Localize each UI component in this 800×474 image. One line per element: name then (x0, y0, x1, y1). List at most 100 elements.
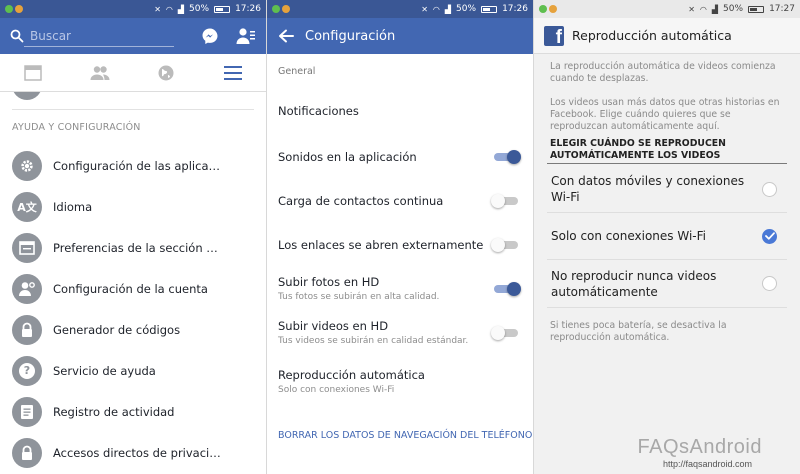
menu-item-activity-log[interactable]: Registro de actividad (0, 391, 266, 432)
menu-item-privacy-shortcuts[interactable]: Accesos directos de privacidad (0, 432, 266, 473)
tab-news-feed[interactable] (0, 54, 67, 91)
setting-upload-photos-hd[interactable]: Subir fotos en HD Tus fotos se subirán e… (278, 275, 521, 302)
setting-title: Notificaciones (278, 104, 359, 118)
search-icon (10, 29, 24, 43)
tab-notifications[interactable] (133, 54, 200, 91)
news-feed-icon (24, 64, 42, 81)
app-sounds-toggle[interactable] (491, 149, 521, 165)
setting-app-sounds[interactable]: Sonidos en la aplicación (278, 149, 521, 165)
setting-title: Subir videos en HD (278, 319, 389, 333)
setting-autoplay[interactable]: Reproducción automática Solo con conexio… (278, 368, 521, 395)
menu-item-label: Accesos directos de privacidad (53, 445, 223, 460)
checkmark-icon (764, 232, 775, 240)
app-notification-icon (15, 5, 23, 13)
privacy-lock-icon (12, 437, 42, 468)
menu-item-label: Generador de códigos (53, 322, 181, 337)
option-never-autoplay[interactable]: No reproducir nunca videos automáticamen… (547, 260, 787, 308)
globe-icon (158, 65, 174, 80)
app-notification-icon (549, 5, 557, 13)
option-label: Solo con conexiones Wi-Fi (551, 229, 706, 243)
friend-requests-icon (236, 28, 255, 44)
setting-contact-upload[interactable]: Carga de contactos continua (278, 193, 521, 209)
menu-item-label: Servicio de ayuda (53, 363, 156, 378)
battery-percent: 50% (723, 4, 744, 14)
signal-icon: ▟ (711, 4, 719, 14)
whatsapp-notification-icon (5, 5, 13, 13)
section-title-help-settings: AYUDA Y CONFIGURACIÓN (12, 122, 141, 133)
app-notification-icon (282, 5, 290, 13)
battery-icon (748, 5, 765, 13)
hamburger-menu-icon (223, 65, 242, 80)
search-input[interactable] (24, 25, 174, 47)
menu-list-container: AYUDA Y CONFIGURACIÓN Configuración de l… (0, 92, 266, 474)
setting-upload-videos-hd[interactable]: Subir videos en HD Tus videos se subirán… (278, 319, 521, 346)
battery-note: Si tienes poca batería, se desactiva la … (550, 320, 727, 343)
contact-upload-toggle[interactable] (491, 193, 521, 209)
battery-percent: 50% (189, 4, 210, 14)
radio-selected[interactable] (762, 228, 777, 244)
menu-item-app-settings[interactable]: Configuración de las aplicaciones (0, 145, 266, 186)
menu-item-account-settings[interactable]: Configuración de la cuenta (0, 268, 266, 309)
menu-item-label: Registro de actividad (53, 404, 175, 419)
news-feed-preferences-icon (12, 232, 42, 263)
menu-item-label: Idioma (53, 199, 93, 214)
radio-unselected[interactable] (762, 276, 777, 291)
menu-list: Configuración de las aplicaciones A文 Idi… (0, 145, 266, 473)
tab-friends[interactable] (67, 54, 134, 91)
divider (547, 163, 787, 164)
setting-subtitle: Tus videos se subirán en calidad estánda… (278, 336, 469, 346)
setting-subtitle: Solo con conexiones Wi-Fi (278, 385, 395, 395)
messenger-icon (202, 28, 218, 44)
upload-videos-hd-toggle[interactable] (491, 325, 521, 341)
search-bar[interactable] (10, 24, 186, 48)
setting-title: Sonidos en la aplicación (278, 150, 417, 164)
upload-photos-hd-toggle[interactable] (491, 281, 521, 297)
top-bar (0, 18, 266, 54)
whatsapp-notification-icon (272, 5, 280, 13)
links-external-toggle[interactable] (491, 237, 521, 253)
wifi-icon: ◠ (699, 4, 707, 14)
account-settings-icon (12, 273, 42, 304)
mute-icon: ✕ (154, 4, 161, 14)
status-bar: ✕ ◠ ▟ 50% 17:27 (534, 0, 800, 18)
screen-settings: ✕ ◠ ▟ 50% 17:26 Configuración General No… (267, 0, 533, 474)
lock-icon (12, 314, 42, 345)
setting-notifications[interactable]: Notificaciones (278, 104, 521, 118)
setting-title: Subir fotos en HD (278, 275, 380, 289)
battery-percent: 50% (456, 4, 477, 14)
option-mobile-and-wifi[interactable]: Con datos móviles y conexiones Wi-Fi (547, 166, 787, 213)
setting-title: Los enlaces se abren externamente (278, 238, 484, 252)
clock: 17:27 (769, 4, 795, 14)
menu-item-language[interactable]: A文 Idioma (0, 186, 266, 227)
option-label: Con datos móviles y conexiones Wi-Fi (551, 174, 745, 204)
option-wifi-only[interactable]: Solo con conexiones Wi-Fi (547, 213, 787, 260)
back-arrow-icon (279, 29, 294, 43)
signal-icon: ▟ (444, 4, 452, 14)
watermark-url: http://faqsandroid.com (662, 459, 752, 469)
radio-unselected[interactable] (762, 181, 777, 197)
setting-title: Carga de contactos continua (278, 194, 444, 208)
tab-bar (0, 54, 266, 92)
top-bar: Configuración (267, 18, 533, 54)
translate-icon: A文 (12, 191, 42, 222)
clock: 17:26 (502, 4, 528, 14)
divider (12, 109, 254, 110)
menu-item-label: Configuración de las aplicaciones (53, 158, 223, 173)
menu-item-code-generator[interactable]: Generador de códigos (0, 309, 266, 350)
screen-menu: ✕ ◠ ▟ 50% 17:26 Buscar AYUDA Y CONFIGURA… (0, 0, 266, 474)
clear-browsing-data-link[interactable]: BORRAR LOS DATOS DE NAVEGACIÓN DEL TELÉF… (278, 430, 532, 441)
back-button[interactable] (267, 18, 305, 54)
menu-item-label: Preferencias de la sección de noticias (53, 240, 223, 255)
activity-log-icon (12, 396, 42, 427)
menu-item-news-feed-preferences[interactable]: Preferencias de la sección de noticias (0, 227, 266, 268)
friend-requests-button[interactable] (232, 22, 260, 50)
menu-item-help-center[interactable]: ? Servicio de ayuda (0, 350, 266, 391)
whatsapp-notification-icon (539, 5, 547, 13)
tab-menu[interactable] (200, 54, 267, 91)
wifi-icon: ◠ (165, 4, 173, 14)
status-bar: ✕ ◠ ▟ 50% 17:26 (267, 0, 533, 18)
clock: 17:26 (235, 4, 261, 14)
setting-links-external[interactable]: Los enlaces se abren externamente (278, 237, 521, 253)
data-usage-note: Los videos usan más datos que otras hist… (550, 97, 780, 132)
messenger-button[interactable] (196, 22, 224, 50)
